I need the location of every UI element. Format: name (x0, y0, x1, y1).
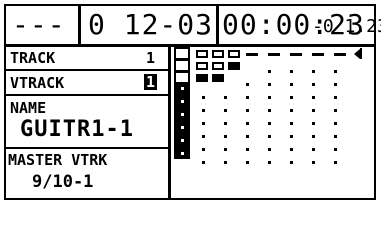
strip-dot (181, 139, 184, 142)
vtrack-empty-dash (290, 53, 302, 56)
vtrack-empty-dash (334, 53, 346, 56)
grid-dot (312, 135, 315, 138)
grid-dot (202, 135, 205, 138)
grid-dot (334, 148, 337, 151)
vtrack-cell-filled (212, 74, 224, 82)
grid-dot (246, 122, 249, 125)
panel-divider (168, 47, 171, 198)
master-vtrk-label: MASTER VTRK (8, 151, 108, 169)
divider (216, 6, 219, 44)
track-params-panel: TRACK 1 VTRACK 1 NAME GUITR1-1 MASTER VT… (6, 47, 168, 198)
grid-dot (246, 83, 249, 86)
grid-dot (246, 96, 249, 99)
vtrack-cell-filled (196, 74, 208, 82)
grid-dot (268, 109, 271, 112)
vtrack-cell-filled (228, 62, 240, 70)
grid-dot (290, 109, 293, 112)
strip-dot (181, 100, 184, 103)
grid-dot (268, 96, 271, 99)
grid-dot (202, 96, 205, 99)
grid-dot (290, 83, 293, 86)
divider (6, 147, 168, 149)
name-value[interactable]: GUITR1-1 (20, 117, 134, 142)
grid-dot (246, 135, 249, 138)
vtrack-cell (196, 62, 208, 70)
grid-dot (312, 109, 315, 112)
strip-dot (181, 152, 184, 155)
grid-dot (312, 96, 315, 99)
grid-dot (268, 70, 271, 73)
grid-dot (334, 96, 337, 99)
vtrack-cell (176, 73, 188, 82)
strip-dot (181, 87, 184, 90)
grid-dot (312, 148, 315, 151)
grid-dot (334, 83, 337, 86)
grid-dot (312, 161, 315, 164)
grid-dot (202, 109, 205, 112)
vtrack-label: VTRACK (10, 74, 65, 92)
grid-dot (202, 161, 205, 164)
grid-dot (202, 148, 205, 151)
grid-dot (246, 109, 249, 112)
strip-dot (181, 113, 184, 116)
master-vtrk-value[interactable]: 9/10-1 (32, 172, 93, 192)
vtrack-value[interactable]: 1 (144, 73, 158, 91)
vtrack-cell (228, 50, 240, 58)
grid-dot (268, 135, 271, 138)
recorder-display: --- 0 12-03 00:00:23 -0 1.23 TRACK 1 VTR… (4, 4, 381, 200)
vtrack-empty-dash (246, 53, 258, 56)
vtrack-grid[interactable] (174, 47, 374, 198)
grid-dot (268, 122, 271, 125)
divider (6, 94, 168, 96)
locate-readout: --- (12, 8, 66, 41)
header-bar: --- 0 12-03 00:00:23 -0 1.23 (6, 6, 381, 47)
grid-dot (268, 148, 271, 151)
divider (78, 6, 81, 44)
grid-dot (224, 161, 227, 164)
grid-dot (334, 122, 337, 125)
divider (6, 69, 168, 71)
grid-dot (334, 109, 337, 112)
grid-dot (312, 83, 315, 86)
grid-dot (246, 161, 249, 164)
track-value[interactable]: 1 (146, 49, 155, 67)
grid-dot (334, 161, 337, 164)
vtrack-value-text: 1 (144, 73, 158, 91)
strip-dot (181, 126, 184, 129)
marker-bar (360, 48, 362, 59)
frames-readout: -0 1.23 (312, 16, 381, 37)
grid-dot (290, 70, 293, 73)
grid-dot (290, 96, 293, 99)
measure-readout: 0 12-03 (88, 8, 214, 41)
vtrack-cell (196, 50, 208, 58)
grid-dot (268, 161, 271, 164)
grid-dot (224, 122, 227, 125)
grid-dot (246, 148, 249, 151)
grid-dot (312, 70, 315, 73)
grid-dot (312, 122, 315, 125)
grid-dot (290, 135, 293, 138)
grid-dot (334, 70, 337, 73)
grid-dot (290, 148, 293, 151)
vtrack-empty-dash (312, 53, 324, 56)
grid-dot (224, 148, 227, 151)
track-label: TRACK (10, 49, 56, 67)
grid-dot (224, 96, 227, 99)
vtrack-empty-dash (268, 53, 280, 56)
vtrack-cell (176, 61, 188, 70)
grid-dot (268, 83, 271, 86)
grid-dot (224, 109, 227, 112)
vtrack-cell (212, 50, 224, 58)
vtrack-cell (176, 49, 188, 58)
grid-dot (224, 135, 227, 138)
grid-dot (334, 135, 337, 138)
name-label: NAME (10, 99, 47, 117)
grid-dot (202, 122, 205, 125)
vtrack-cell (212, 62, 224, 70)
grid-dot (290, 122, 293, 125)
grid-dot (290, 161, 293, 164)
